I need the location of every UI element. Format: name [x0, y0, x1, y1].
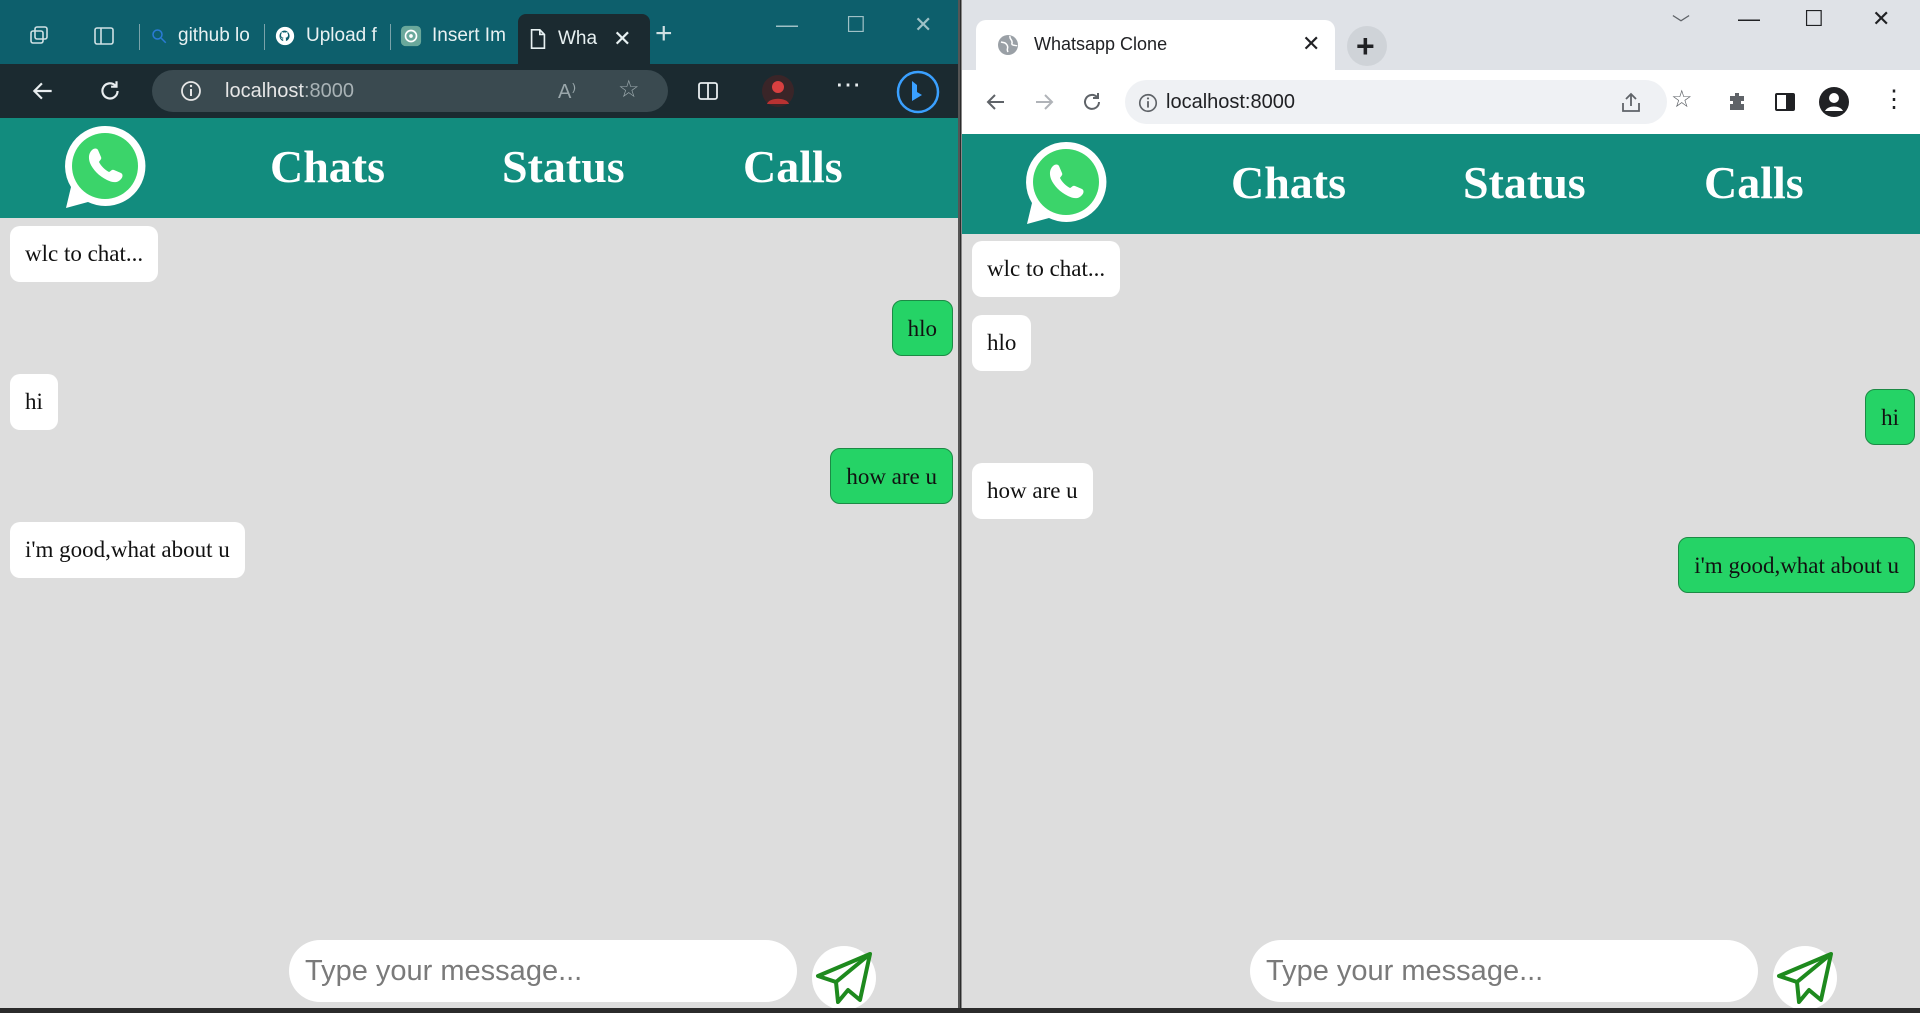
nav-calls[interactable]: Calls — [743, 140, 843, 193]
nav-calls[interactable]: Calls — [1704, 156, 1804, 209]
send-button[interactable] — [1773, 946, 1837, 1008]
bookmark-star-icon[interactable]: ☆ — [1671, 88, 1693, 112]
address-text: localhost:8000 — [225, 80, 354, 103]
bing-copilot-icon[interactable] — [896, 70, 940, 119]
nav-status[interactable]: Status — [502, 140, 625, 193]
message-input[interactable] — [1250, 940, 1758, 1002]
chrome-address-bar[interactable]: localhost:8000 — [1125, 80, 1667, 124]
chrome-tab-bar: Whatsapp Clone ✕ + ﹀ — ☐ ✕ — [962, 0, 1920, 70]
back-icon[interactable] — [984, 90, 1008, 119]
send-button[interactable] — [812, 946, 876, 1008]
close-tab-icon[interactable]: ✕ — [1302, 31, 1320, 57]
maximize-icon[interactable]: ☐ — [846, 12, 866, 38]
favorite-star-icon[interactable]: ☆ — [618, 78, 640, 102]
tab-upload[interactable]: Upload f — [274, 16, 386, 56]
more-menu-icon[interactable]: ⋮ — [1882, 88, 1906, 112]
new-tab-icon[interactable]: + — [655, 19, 673, 49]
address-host: localhost — [225, 80, 304, 102]
nav-chats[interactable]: Chats — [270, 140, 385, 193]
tab-title: Whatsapp Clone — [1034, 34, 1168, 54]
message-bubble-sent: i'm good,what about u — [1678, 537, 1915, 593]
close-tab-icon[interactable]: ✕ — [613, 26, 631, 52]
chrome-toolbar: localhost:8000 ☆ ⋮ — [962, 70, 1920, 135]
send-icon — [1777, 952, 1833, 1004]
message-bubble-received: wlc to chat... — [972, 241, 1121, 297]
info-icon[interactable] — [1137, 92, 1159, 119]
app-header: Chats Status Calls — [0, 118, 958, 218]
globe-icon — [996, 33, 1020, 62]
tab-label: Upload f — [306, 25, 377, 46]
message-bubble-sent: hi — [1865, 389, 1915, 445]
message-bubble-sent: how are u — [830, 448, 953, 504]
edge-tab-bar: github lo Upload f Insert Im Wha ✕ + — ☐… — [0, 0, 958, 64]
edge-window: github lo Upload f Insert Im Wha ✕ + — ☐… — [0, 0, 960, 1008]
address-text: localhost:8000 — [1166, 91, 1295, 113]
share-icon[interactable] — [1619, 91, 1643, 120]
page-icon — [530, 29, 546, 49]
tab-label: github lo — [178, 25, 250, 46]
profile-avatar[interactable] — [761, 74, 795, 113]
message-bubble-received: wlc to chat... — [10, 226, 159, 282]
refresh-icon[interactable] — [1080, 90, 1104, 119]
refresh-icon[interactable] — [97, 78, 123, 109]
send-icon — [816, 952, 872, 1004]
message-input[interactable] — [289, 940, 797, 1002]
maximize-icon[interactable]: ☐ — [1804, 6, 1824, 32]
tab-insert[interactable]: Insert Im — [400, 16, 512, 56]
workspaces-icon[interactable] — [28, 24, 52, 53]
extensions-icon[interactable] — [1725, 90, 1749, 119]
chrome-window: Whatsapp Clone ✕ + ﹀ — ☐ ✕ localhost:800… — [961, 0, 1920, 1008]
message-bubble-received: how are u — [972, 463, 1093, 519]
search-icon — [152, 29, 167, 44]
whatsapp-logo-icon — [60, 122, 150, 212]
close-window-icon[interactable]: ✕ — [1872, 6, 1890, 32]
tab-actions-icon[interactable] — [92, 24, 116, 53]
more-options-icon[interactable]: ⋯ — [835, 71, 861, 97]
tab-label: Insert Im — [432, 25, 506, 46]
github-icon — [275, 26, 295, 46]
app-header: Chats Status Calls — [962, 134, 1920, 234]
account-avatar-icon[interactable] — [1818, 86, 1850, 123]
new-tab-icon: + — [1356, 28, 1375, 64]
tab-whatsapp-clone[interactable]: Whatsapp Clone ✕ — [976, 20, 1335, 70]
tab-separator — [264, 24, 265, 50]
tab-separator — [390, 24, 391, 50]
edge-address-bar[interactable]: localhost:8000 A⁾ ☆ — [152, 70, 668, 112]
nav-status[interactable]: Status — [1463, 156, 1586, 209]
message-bubble-received: hi — [10, 374, 58, 430]
new-tab-button[interactable]: + — [1347, 26, 1387, 66]
tab-separator — [139, 24, 140, 50]
read-aloud-icon[interactable]: A⁾ — [558, 80, 576, 104]
side-panel-icon[interactable] — [1773, 90, 1797, 119]
edge-toolbar: localhost:8000 A⁾ ☆ ⋯ — [0, 64, 958, 118]
message-bubble-received: hlo — [972, 315, 1032, 371]
chatgpt-icon — [400, 25, 422, 47]
message-bubble-received: i'm good,what about u — [10, 522, 245, 578]
back-icon[interactable] — [30, 78, 56, 109]
message-bubble-sent: hlo — [891, 300, 953, 356]
info-icon[interactable] — [179, 79, 203, 108]
tab-search-icon[interactable]: ﹀ — [1672, 10, 1690, 36]
minimize-icon[interactable]: — — [776, 12, 798, 38]
nav-chats[interactable]: Chats — [1231, 156, 1346, 209]
split-screen-icon[interactable] — [696, 79, 720, 108]
tab-github[interactable]: github lo — [150, 16, 260, 56]
address-port: :8000 — [303, 80, 354, 102]
close-window-icon[interactable]: ✕ — [914, 12, 932, 38]
tab-whatsapp-active[interactable]: Wha ✕ — [518, 14, 650, 64]
whatsapp-logo-icon — [1021, 138, 1111, 228]
minimize-icon[interactable]: — — [1738, 6, 1760, 32]
tab-label: Wha — [558, 28, 598, 49]
forward-icon[interactable] — [1032, 90, 1056, 119]
